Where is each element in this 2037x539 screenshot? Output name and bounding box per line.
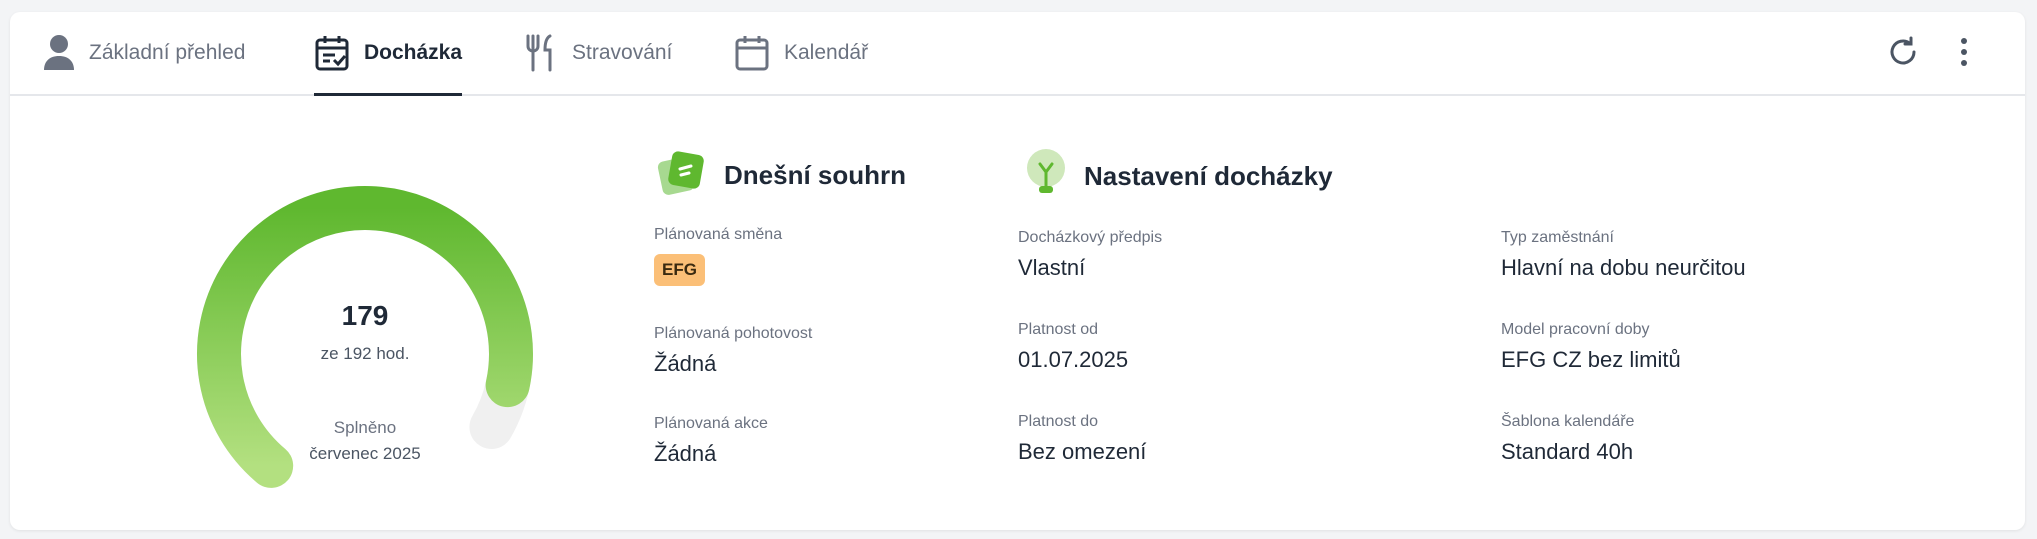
tab-meals[interactable]: Stravování (524, 12, 672, 94)
tab-attendance[interactable]: Docházka (314, 12, 463, 96)
fork-knife-icon (524, 34, 558, 72)
field-value: Vlastní (1018, 255, 1086, 280)
field-value: Žádná (654, 441, 717, 466)
valid-to-field: Platnost do Bez omezení (1018, 413, 1146, 465)
shift-badge: EFG (654, 254, 705, 286)
more-options-button[interactable] (1944, 34, 1984, 74)
calendar-icon (734, 34, 770, 72)
field-value: Žádná (654, 351, 717, 376)
hours-gauge: 179 ze 192 hod. Splněno červenec 2025 (180, 172, 550, 492)
field-value: Bez omezení (1018, 439, 1147, 464)
gauge-subtitle: ze 192 hod. (320, 344, 410, 363)
tab-label: Základní přehled (89, 41, 246, 64)
gauge-status: Splněno (333, 418, 397, 437)
tab-label: Stravování (572, 41, 673, 64)
attendance-card: Základní přehled Docházka Stravování Kal… (10, 12, 2025, 530)
field-label: Plánovaná pohotovost (654, 325, 813, 342)
tab-label: Docházka (364, 41, 463, 64)
field-value: Standard 40h (1501, 439, 1634, 464)
work-time-model-field: Model pracovní doby EFG CZ bez limitů (1501, 321, 1681, 373)
gauge-period: červenec 2025 (309, 444, 421, 463)
lightbulb-icon (1024, 148, 1068, 205)
field-value: 01.07.2025 (1018, 347, 1129, 372)
field-label: Plánovaná akce (654, 415, 768, 432)
employment-type-field: Typ zaměstnání Hlavní na dobu neurčitou (1501, 229, 1746, 281)
field-label: Šablona kalendáře (1501, 413, 1635, 430)
more-vertical-icon (1959, 37, 1969, 72)
attendance-rule-field: Docházkový předpis Vlastní (1018, 229, 1162, 281)
settings-header: Nastavení docházky (1024, 148, 1333, 205)
tab-basic-overview[interactable]: Základní přehled (43, 12, 245, 94)
field-label: Typ zaměstnání (1501, 229, 1614, 246)
field-label: Platnost do (1018, 413, 1099, 430)
field-value: Hlavní na dobu neurčitou (1501, 255, 1746, 280)
valid-from-field: Platnost od 01.07.2025 (1018, 321, 1128, 373)
summary-header: Dnešní souhrn (656, 147, 906, 204)
field-value: EFG CZ bez limitů (1501, 347, 1681, 372)
note-cards-icon (656, 147, 708, 204)
field-label: Docházkový předpis (1018, 229, 1163, 246)
person-icon (43, 34, 75, 72)
field-label: Plánovaná směna (654, 226, 783, 243)
refresh-button[interactable] (1883, 34, 1923, 74)
planned-event-field: Plánovaná akce Žádná (654, 415, 768, 467)
gauge-value: 179 (341, 300, 389, 331)
calendar-template-field: Šablona kalendáře Standard 40h (1501, 413, 1634, 465)
tab-calendar[interactable]: Kalendář (734, 12, 868, 94)
field-label: Model pracovní doby (1501, 321, 1650, 338)
calendar-check-icon (314, 34, 350, 72)
tab-bar: Základní přehled Docházka Stravování Kal… (10, 12, 2025, 96)
tab-label: Kalendář (784, 41, 869, 64)
summary-title: Dnešní souhrn (724, 160, 907, 190)
refresh-icon (1887, 36, 1919, 73)
planned-standby-field: Plánovaná pohotovost Žádná (654, 325, 812, 377)
planned-shift-field: Plánovaná směna EFG (654, 226, 782, 286)
field-label: Platnost od (1018, 321, 1099, 338)
settings-title: Nastavení docházky (1084, 161, 1333, 191)
